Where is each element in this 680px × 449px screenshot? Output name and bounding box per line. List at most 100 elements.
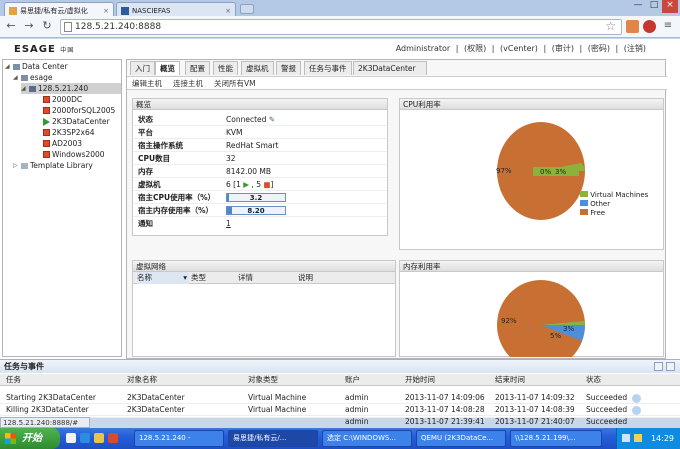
datacenter-icon [13, 63, 20, 70]
collapse-icon[interactable]: ◢ [21, 83, 27, 94]
tree-item-vm[interactable]: 2K3SP2x64 [43, 127, 95, 138]
panel-title: 内存利用率 [400, 261, 663, 272]
taskbar-item[interactable]: 128.5.21.240 - [134, 430, 224, 447]
tree-item-host[interactable]: ◢ 128.5.21.240 [21, 83, 121, 94]
inventory-tree: ◢ Data Center ◢ esage ◢ 128.5.21.240 200… [2, 59, 122, 357]
quick-launch-icon[interactable] [108, 433, 118, 443]
pie-label-other: 3% [555, 168, 566, 176]
logo: ESAGE 中国 [14, 44, 75, 55]
close-icon[interactable]: × [225, 7, 231, 15]
browser-tab-active[interactable]: 易思捷/私有云/虚拟化 × [4, 2, 114, 16]
taskbar-item[interactable]: 易思捷/私有云/... [228, 430, 318, 447]
taskbar-item[interactable]: 选定 C:\WINDOWS... [322, 430, 412, 447]
back-arrow-icon[interactable]: ← [4, 19, 18, 33]
collapse-icon[interactable]: ◢ [13, 72, 19, 83]
column-header-end-time[interactable]: 结束时间 [495, 374, 525, 386]
browser-tab-label: NASCIEFAS [132, 6, 171, 15]
overview-row: 状态 Connected ✎ [133, 113, 387, 126]
app-area: ESAGE 中国 Administrator | (权限) | (vCenter… [0, 39, 680, 359]
column-header-description[interactable]: 说明 [298, 272, 313, 284]
panel-restore-icon[interactable] [654, 362, 663, 371]
volume-icon[interactable] [634, 434, 642, 442]
table-row[interactable]: Starting 2K3DataCenter 2K3DataCenter Virtu… [0, 392, 680, 404]
tree-item-vm[interactable]: 2000forSQL2005 [43, 105, 115, 116]
info-icon[interactable] [632, 394, 641, 403]
column-header-name[interactable]: 名称 ▾ [137, 272, 189, 284]
tab-summary[interactable]: 概览 [155, 61, 180, 75]
maximize-button[interactable]: □ [646, 0, 662, 13]
column-header-object-type[interactable]: 对象类型 [248, 374, 278, 386]
close-icon[interactable]: × [103, 7, 109, 15]
site-favicon-icon [121, 6, 129, 15]
new-tab-button[interactable] [240, 4, 254, 14]
tab-virtual-machines[interactable]: 虚拟机 [241, 61, 274, 75]
column-header-details[interactable]: 详情 [238, 272, 253, 284]
menu-icon[interactable]: ≡ [661, 19, 675, 33]
panel-title: 任务与事件 [0, 360, 680, 373]
panel-close-icon[interactable] [666, 362, 675, 371]
taskbar-item[interactable]: \\128.5.21.199\... [510, 430, 602, 447]
overview-row: 宿主操作系统 RedHat Smart [133, 139, 387, 152]
column-header-account[interactable]: 账户 [345, 374, 360, 386]
shutdown-all-vms-link[interactable]: 关闭所有VM [214, 78, 256, 90]
tree-item-cluster[interactable]: ◢ esage [13, 72, 53, 83]
plug-icon: ✎ [268, 115, 276, 124]
collapse-icon[interactable]: ◢ [5, 61, 11, 72]
column-header-task[interactable]: 任务 [6, 374, 21, 386]
table-row[interactable]: admin 2013-11-07 21:39:41 2013-11-07 21:40… [0, 416, 680, 426]
start-button[interactable]: 开始 [0, 428, 60, 449]
taskbar-item[interactable]: QEMU (2K3DataCe... [416, 430, 506, 447]
cpu-utilization-panel: CPU利用率 97% 0% 3% Virtual Machines Other … [399, 98, 664, 250]
info-icon[interactable] [632, 406, 641, 415]
forward-arrow-icon[interactable]: → [22, 19, 36, 33]
browser-tab-inactive[interactable]: NASCIEFAS × [116, 2, 236, 16]
column-header-object-name[interactable]: 对象名称 [127, 374, 157, 386]
action-bar: 编辑主机 连接主机 关闭所有VM [127, 76, 667, 90]
bookmark-star-icon[interactable]: ☆ [605, 19, 616, 33]
panel-title: CPU利用率 [400, 99, 663, 110]
main-panel: 入门 概览 配置 性能 虚拟机 警报 任务与事件 2K3DataCenter ×… [126, 59, 667, 359]
column-header-status[interactable]: 状态 [586, 374, 601, 386]
tab-getting-started[interactable]: 入门 [130, 61, 155, 75]
tree-item-template-library[interactable]: ▷ Template Library [13, 160, 93, 171]
tab-alarms[interactable]: 警报 [276, 61, 301, 75]
overview-row: 内存 8142.00 MB [133, 165, 387, 178]
table-row[interactable]: Killing 2K3DataCenter 2K3DataCenter Virtua… [0, 404, 680, 416]
tab-vm-console[interactable]: 2K3DataCenter × [353, 61, 427, 86]
quick-launch-icon[interactable] [94, 433, 104, 443]
quick-launch-icon[interactable] [80, 433, 90, 443]
host-icon [29, 85, 36, 92]
tree-item-vm[interactable]: Windows2000 [43, 149, 105, 160]
quick-launch-icon[interactable] [66, 433, 76, 443]
network-table-header: 名称 ▾ 类型 详情 说明 [133, 272, 395, 284]
extension-icon[interactable] [643, 20, 656, 33]
tab-configuration[interactable]: 配置 [185, 61, 210, 75]
close-window-button[interactable]: × [662, 0, 678, 13]
tab-tasks-events[interactable]: 任务与事件 [304, 61, 352, 75]
network-icon[interactable] [622, 434, 630, 442]
tree-item-vm[interactable]: 2000DC [43, 94, 82, 105]
top-links[interactable]: Administrator | (权限) | (vCenter) | (审计) … [396, 43, 646, 54]
column-header-start-time[interactable]: 开始时间 [405, 374, 435, 386]
address-bar[interactable]: 128.5.21.240:8888 [60, 19, 622, 35]
tab-performance[interactable]: 性能 [213, 61, 238, 75]
legend-item: Virtual Machines [580, 191, 648, 200]
column-header-type[interactable]: 类型 [191, 272, 206, 284]
extension-icon[interactable] [626, 20, 639, 33]
pie-label-free: 97% [496, 167, 512, 175]
overview-row: 宿主内存使用率（%） 8.20 [133, 204, 387, 217]
minimize-button[interactable]: — [630, 0, 646, 13]
tree-item-datacenter[interactable]: ◢ Data Center [5, 61, 68, 72]
expand-icon[interactable]: ▷ [13, 160, 19, 171]
notifications-link[interactable]: 1 [226, 217, 231, 230]
overview-panel: 概览 状态 Connected ✎ 平台 KVM 宿主操作系统 RedHat Smar… [132, 98, 388, 236]
tree-item-vm[interactable]: 2K3DataCenter [43, 116, 110, 127]
overview-row: 虚拟机 6 [1 ▶ , 5 ■] [133, 178, 387, 191]
tree-item-vm[interactable]: AD2003 [43, 138, 82, 149]
edit-host-link[interactable]: 编辑主机 [132, 78, 162, 90]
app-header: ESAGE 中国 Administrator | (权限) | (vCenter… [0, 39, 680, 59]
connect-host-link[interactable]: 连接主机 [173, 78, 203, 90]
reload-icon[interactable]: ↻ [40, 19, 54, 33]
cpu-usage-bar: 3.2 [226, 193, 286, 202]
panel-title: 概览 [133, 99, 387, 110]
